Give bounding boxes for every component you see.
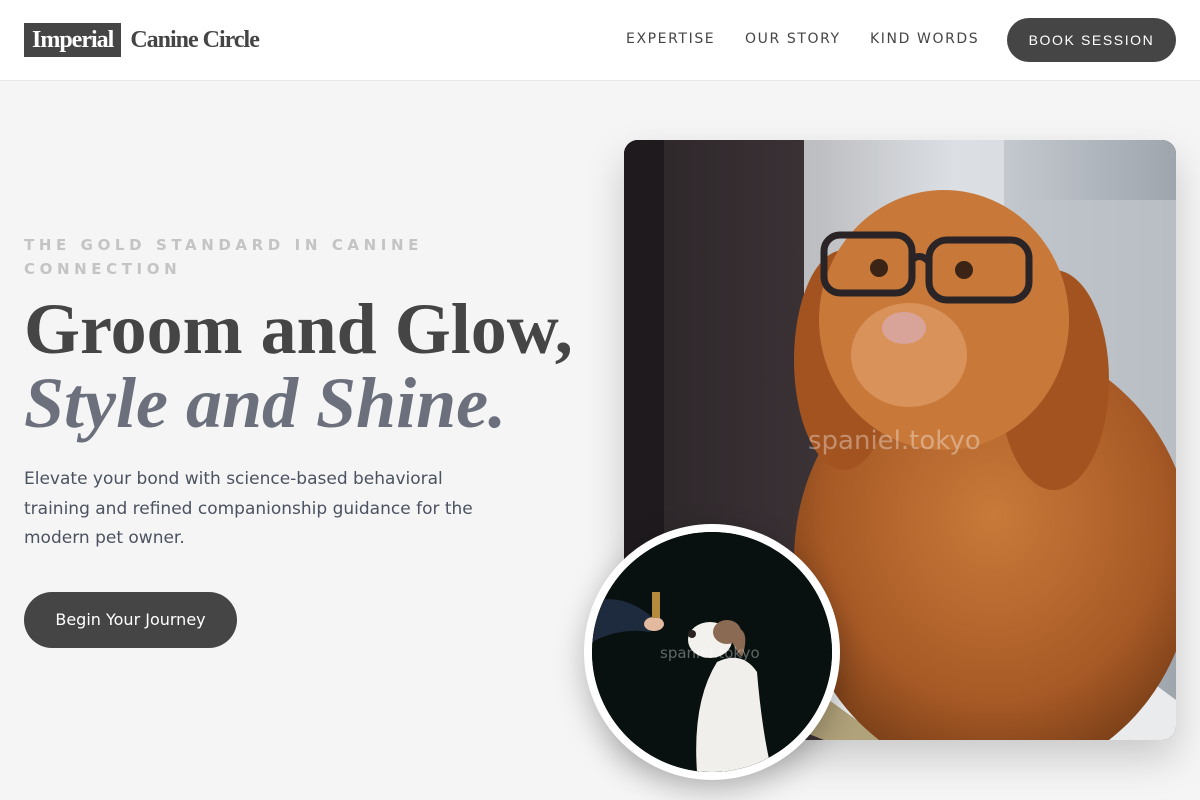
headline-line-2: Style and Shine. xyxy=(24,366,604,440)
hero-headline: Groom and Glow, Style and Shine. xyxy=(24,292,604,440)
headline-line-2-text: Style and Shine xyxy=(24,363,489,443)
logo-mark: Imperial xyxy=(24,23,122,57)
secondary-dog-photo: spaniel.tokyo xyxy=(584,524,840,780)
nav-item-our-story[interactable]: OUR STORY xyxy=(745,31,841,47)
hero-eyebrow: THE GOLD STANDARD IN CANINE CONNECTION xyxy=(24,236,423,278)
photo-watermark: spaniel.tokyo xyxy=(808,426,981,456)
book-session-button[interactable]: BOOK SESSION xyxy=(1007,18,1176,62)
site-header: Imperial Canine Circle EXPERTISE OUR STO… xyxy=(0,0,1200,81)
nav-item-expertise[interactable]: EXPERTISE xyxy=(626,31,715,47)
logo-wordmark: Canine Circle xyxy=(130,26,260,53)
circle-watermark: spaniel.tokyo xyxy=(660,644,760,662)
logo[interactable]: Imperial Canine Circle xyxy=(24,23,260,57)
headline-line-1: Groom and Glow, xyxy=(24,289,573,369)
nav-item-kind-words[interactable]: KIND WORDS xyxy=(870,31,979,47)
headline-dot: . xyxy=(488,363,507,443)
begin-journey-button[interactable]: Begin Your Journey xyxy=(24,592,237,648)
hero-description: Elevate your bond with science-based beh… xyxy=(24,469,473,548)
